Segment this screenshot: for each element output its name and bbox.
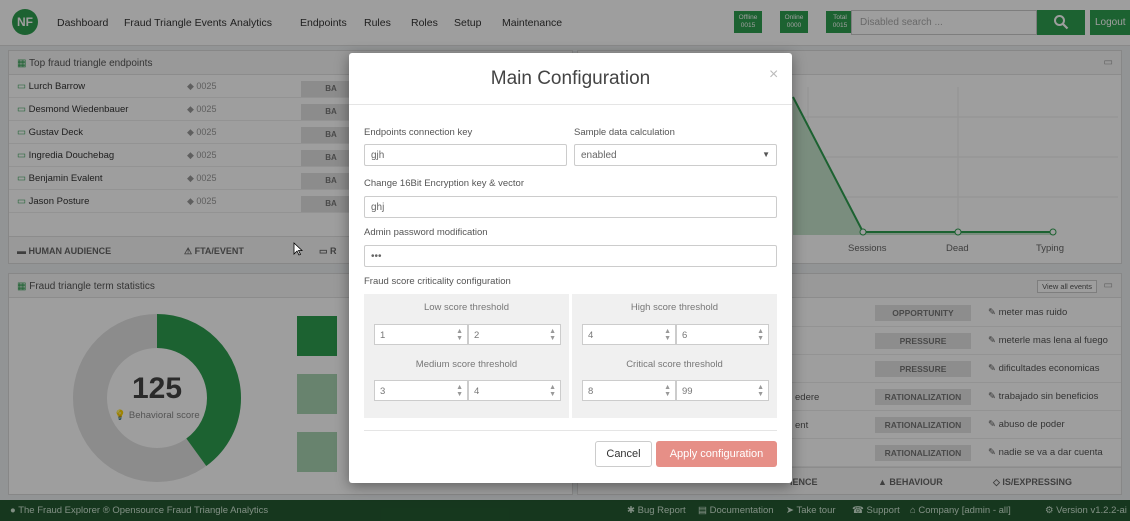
- low-max-stepper[interactable]: 2 ▲ ▼: [468, 324, 561, 345]
- spinner-icon[interactable]: ▲ ▼: [456, 384, 463, 398]
- mouse-cursor-icon: [293, 242, 303, 256]
- apply-configuration-button[interactable]: Apply configuration: [656, 441, 777, 467]
- cancel-button[interactable]: Cancel: [595, 441, 652, 467]
- critical-min-stepper[interactable]: 8 ▲ ▼: [582, 380, 676, 401]
- low-min-stepper[interactable]: 1 ▲ ▼: [374, 324, 468, 345]
- modal-footer-divider: [364, 430, 777, 431]
- encryption-input[interactable]: ghj: [364, 196, 777, 218]
- medium-threshold-title: Medium score threshold: [415, 359, 518, 370]
- high-max-stepper[interactable]: 6 ▲ ▼: [676, 324, 769, 345]
- modal-title: Main Configuration: [490, 68, 651, 89]
- high-threshold-title: High score threshold: [630, 302, 719, 313]
- endpoints-key-label: Endpoints connection key: [364, 127, 473, 138]
- spinner-icon[interactable]: ▲ ▼: [664, 328, 671, 342]
- admin-password-label: Admin password modification: [364, 227, 488, 238]
- close-icon[interactable]: ×: [769, 66, 778, 84]
- spinner-icon[interactable]: ▲ ▼: [664, 384, 671, 398]
- chevron-down-icon: ▼: [762, 150, 770, 159]
- admin-password-input[interactable]: •••: [364, 245, 777, 267]
- sample-data-value: enabled: [581, 150, 617, 161]
- spinner-icon[interactable]: ▲ ▼: [456, 328, 463, 342]
- high-min-stepper[interactable]: 4 ▲ ▼: [582, 324, 676, 345]
- medium-min-stepper[interactable]: 3 ▲ ▼: [374, 380, 468, 401]
- low-threshold-title: Low score threshold: [423, 302, 510, 313]
- spinner-icon[interactable]: ▲ ▼: [757, 384, 764, 398]
- medium-max-stepper[interactable]: 4 ▲ ▼: [468, 380, 561, 401]
- criticality-label: Fraud score criticality configuration: [364, 276, 511, 287]
- sample-data-select[interactable]: enabled ▼: [574, 144, 777, 166]
- spinner-icon[interactable]: ▲ ▼: [549, 384, 556, 398]
- critical-max-stepper[interactable]: 99 ▲ ▼: [676, 380, 769, 401]
- modal-header-divider: [349, 104, 792, 105]
- main-configuration-modal: Main Configuration × Endpoints connectio…: [349, 53, 792, 483]
- endpoints-key-input[interactable]: gjh: [364, 144, 567, 166]
- spinner-icon[interactable]: ▲ ▼: [549, 328, 556, 342]
- critical-threshold-title: Critical score threshold: [626, 359, 723, 370]
- threshold-grid: Low score threshold 1 ▲ ▼ 2 ▲ ▼ High score t…: [364, 294, 777, 418]
- encryption-label: Change 16Bit Encryption key & vector: [364, 178, 525, 189]
- spinner-icon[interactable]: ▲ ▼: [757, 328, 764, 342]
- sample-data-label: Sample data calculation: [574, 127, 675, 138]
